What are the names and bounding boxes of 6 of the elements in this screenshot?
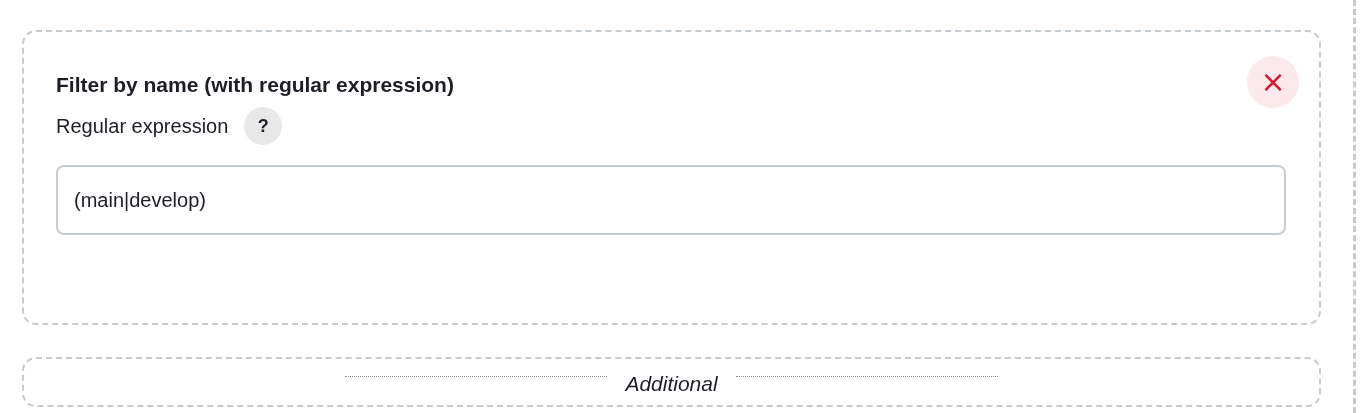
regex-input-field[interactable]: (main|develop) [56, 165, 1286, 235]
field-label: Regular expression [56, 114, 229, 138]
additional-label[interactable]: Additional [285, 372, 1058, 396]
filter-title: Filter by name (with regular expression) [56, 73, 454, 97]
close-button[interactable]: × [1247, 56, 1299, 108]
help-button[interactable]: ? [244, 107, 283, 145]
